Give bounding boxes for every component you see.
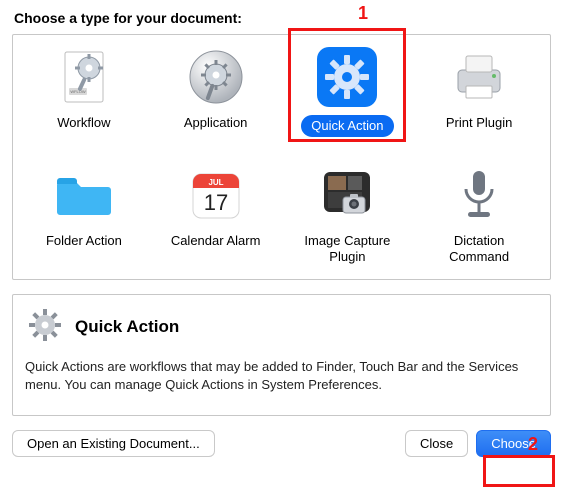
type-label: Image Capture Plugin [292,233,402,264]
svg-text:17: 17 [203,190,227,215]
svg-text:JUL: JUL [208,178,223,187]
type-label: Calendar Alarm [171,233,261,249]
type-label: Application [184,115,248,131]
type-label: Workflow [57,115,110,131]
type-option-application[interactable]: Application [153,41,279,149]
annotation-box-2 [483,455,555,487]
image-capture-icon [315,163,379,227]
type-label: Folder Action [46,233,122,249]
choose-button[interactable]: Choose [476,430,551,457]
prompt-heading: Choose a type for your document: [14,10,553,26]
type-option-workflow[interactable]: WFLOW Workflow [21,41,147,149]
application-icon [184,45,248,109]
microphone-icon [447,163,511,227]
type-grid-panel: WFLOW Workflow [12,34,551,280]
open-existing-button[interactable]: Open an Existing Document... [12,430,215,457]
close-button[interactable]: Close [405,430,468,457]
type-option-calendar-alarm[interactable]: JUL 17 Calendar Alarm [153,159,279,267]
calendar-icon: JUL 17 [184,163,248,227]
type-label: Dictation Command [424,233,534,264]
description-panel: Quick Action Quick Actions are workflows… [12,294,551,416]
button-row: Open an Existing Document... Close Choos… [12,430,551,457]
type-option-dictation[interactable]: Dictation Command [416,159,542,267]
type-option-folder-action[interactable]: Folder Action [21,159,147,267]
type-option-image-capture[interactable]: Image Capture Plugin [285,159,411,267]
svg-text:WFLOW: WFLOW [70,89,86,94]
type-option-quick-action[interactable]: Quick Action [285,41,411,149]
description-body: Quick Actions are workflows that may be … [25,358,538,393]
type-label: Print Plugin [446,115,512,131]
description-title: Quick Action [75,317,179,337]
gear-icon [25,305,65,348]
printer-icon [447,45,511,109]
type-option-print-plugin[interactable]: Print Plugin [416,41,542,149]
type-label-selected: Quick Action [301,115,393,137]
workflow-icon: WFLOW [52,45,116,109]
quick-action-icon [315,45,379,109]
folder-icon [52,163,116,227]
